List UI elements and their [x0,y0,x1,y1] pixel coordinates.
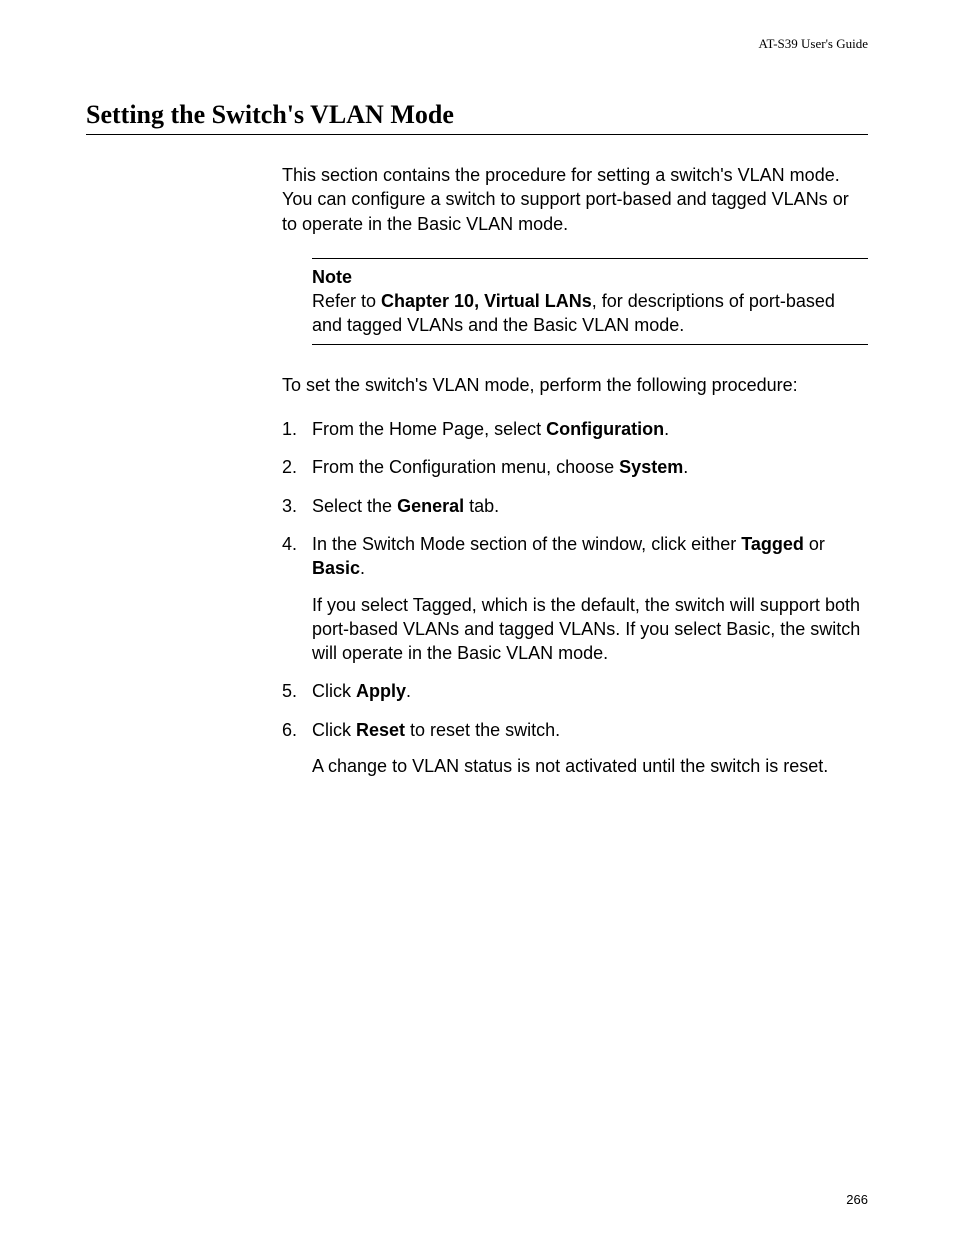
step-bold-2: Basic [312,558,360,578]
note-bold: Chapter 10, Virtual LANs [381,291,592,311]
content-area: This section contains the procedure for … [282,163,868,778]
step-text: Click [312,681,356,701]
step-text: Click [312,720,356,740]
note-box: Note Refer to Chapter 10, Virtual LANs, … [312,258,868,345]
running-header: AT-S39 User's Guide [86,36,868,52]
step-post: . [406,681,411,701]
page-title: Setting the Switch's VLAN Mode [86,100,868,135]
step-text: From the Home Page, select [312,419,546,439]
step-post: tab. [464,496,499,516]
step-post: . [664,419,669,439]
step-post: . [683,457,688,477]
step-1: From the Home Page, select Configuration… [282,417,868,441]
step-bold: Tagged [741,534,804,554]
step-bold: Reset [356,720,405,740]
intro-paragraph: This section contains the procedure for … [282,163,868,236]
step-post: to reset the switch. [405,720,560,740]
note-label: Note [312,265,868,289]
procedure-list: From the Home Page, select Configuration… [282,417,868,778]
lead-in-text: To set the switch's VLAN mode, perform t… [282,373,868,397]
step-3: Select the General tab. [282,494,868,518]
step-text: In the Switch Mode section of the window… [312,534,741,554]
note-pre: Refer to [312,291,381,311]
step-sub-paragraph: If you select Tagged, which is the defau… [312,593,868,666]
step-2: From the Configuration menu, choose Syst… [282,455,868,479]
step-text: Select the [312,496,397,516]
note-text: Refer to Chapter 10, Virtual LANs, for d… [312,289,868,338]
page-number: 266 [846,1192,868,1207]
step-4: In the Switch Mode section of the window… [282,532,868,665]
step-mid: or [804,534,825,554]
step-bold: System [619,457,683,477]
step-sub-paragraph: A change to VLAN status is not activated… [312,754,868,778]
step-post: . [360,558,365,578]
step-bold: General [397,496,464,516]
step-5: Click Apply. [282,679,868,703]
step-bold: Apply [356,681,406,701]
step-bold: Configuration [546,419,664,439]
step-text: From the Configuration menu, choose [312,457,619,477]
step-6: Click Reset to reset the switch. A chang… [282,718,868,779]
